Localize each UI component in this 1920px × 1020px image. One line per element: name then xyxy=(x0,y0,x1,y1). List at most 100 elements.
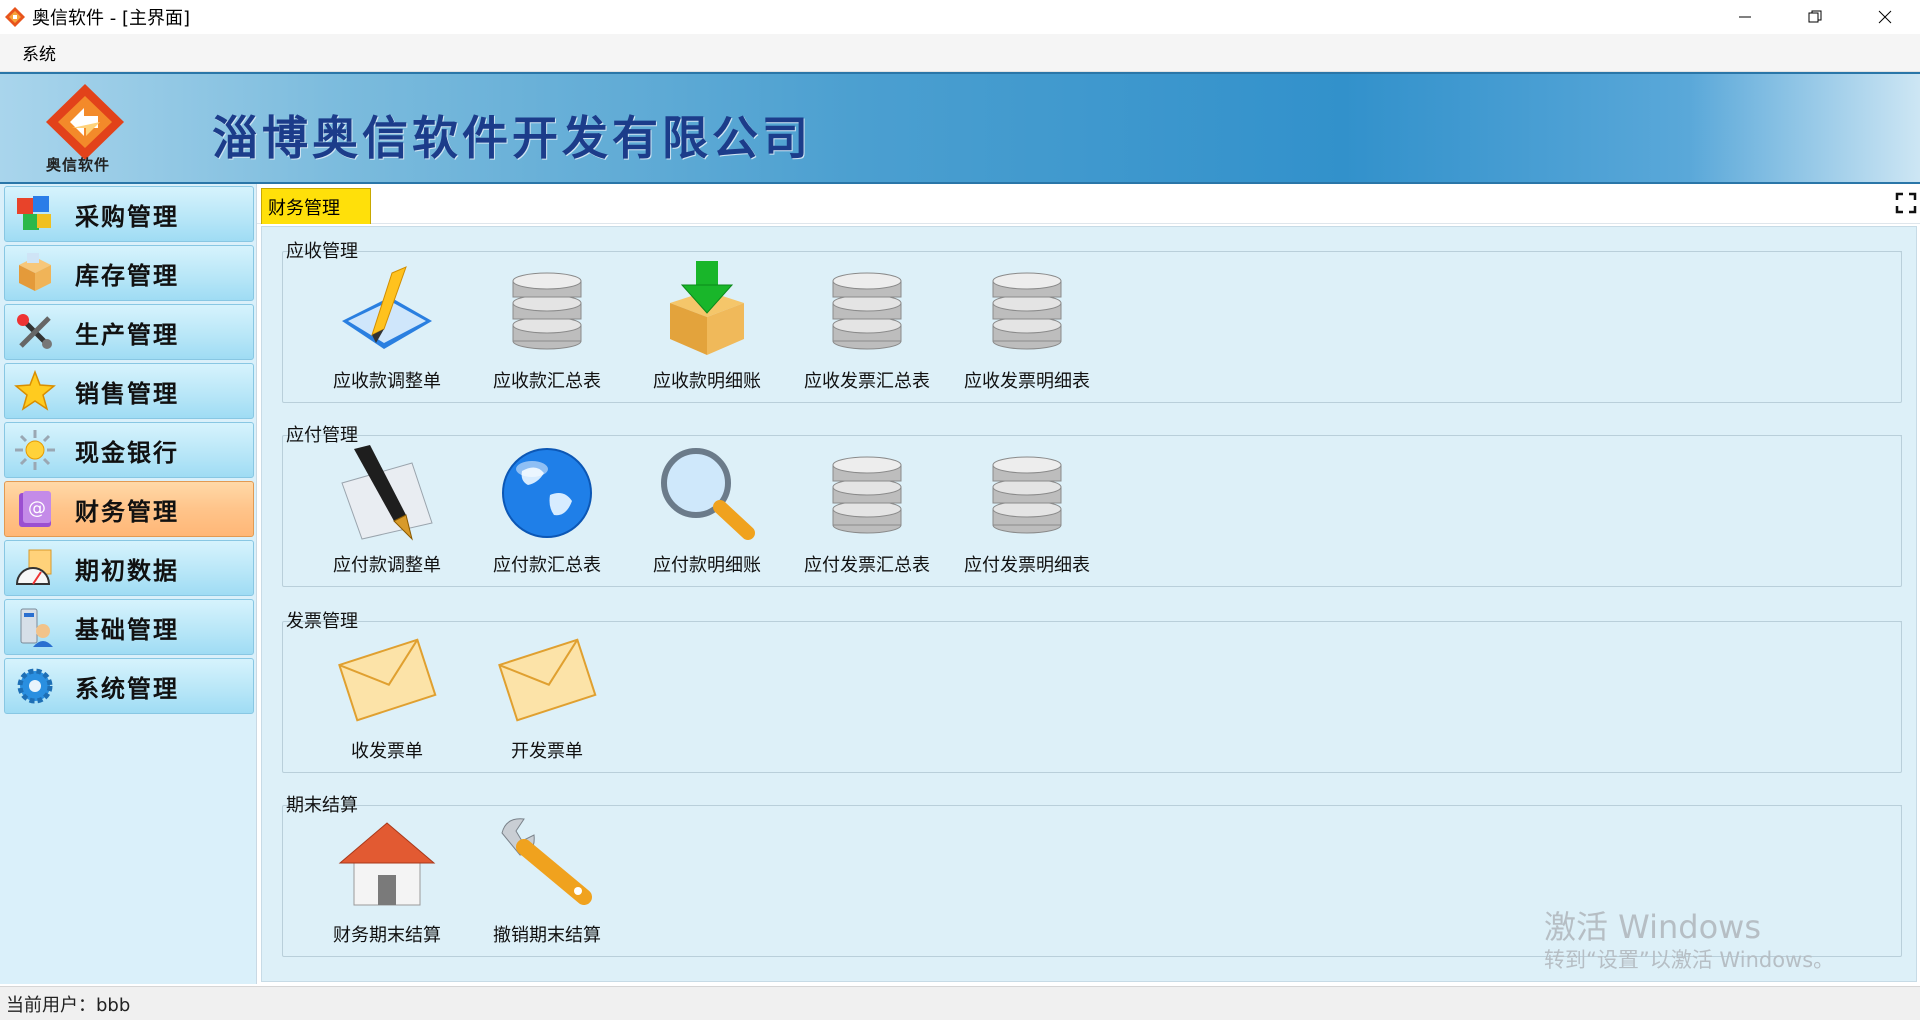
activation-watermark-subtitle: 转到“设置”以激活 Windows。 xyxy=(1544,948,1835,972)
speedometer-icon xyxy=(15,549,52,585)
sidebar-item-opening-data[interactable]: 期初数据 xyxy=(4,540,254,596)
computer-user-icon xyxy=(20,608,53,647)
tile-receivable-invoice-summary[interactable]: 应收发票汇总表 xyxy=(792,259,942,399)
menu-system[interactable]: 系统 xyxy=(22,40,56,65)
group-invoices: 发票管理 收发票单 开发票单 xyxy=(282,607,1902,773)
tab-strip: 财务管理 xyxy=(257,184,1920,224)
sidebar-item-sales[interactable]: 销售管理 xyxy=(4,363,254,419)
fountain-pen-icon xyxy=(341,445,433,541)
group-divider xyxy=(366,435,1902,436)
sidebar-item-label: 销售管理 xyxy=(75,379,179,408)
tools-icon xyxy=(17,314,52,349)
star-icon xyxy=(14,369,56,411)
tile-label: 应收款调整单 xyxy=(333,371,441,392)
status-bar: 当前用户：bbb xyxy=(0,986,1920,1020)
tile-label: 应付发票汇总表 xyxy=(804,555,930,576)
group-divider xyxy=(366,251,1902,252)
globe-icon xyxy=(502,448,592,538)
magnifier-icon xyxy=(661,448,755,540)
envelope-icon xyxy=(498,638,597,722)
restore-icon xyxy=(1808,10,1822,23)
window-title: 奥信软件 - [主界面] xyxy=(32,8,190,29)
boxes-icon xyxy=(19,253,51,291)
app-logo-icon xyxy=(5,7,25,27)
house-icon xyxy=(338,822,436,906)
company-name: 淄博奥信软件开发有限公司 xyxy=(212,111,812,165)
window-controls xyxy=(1710,0,1920,34)
download-box-icon xyxy=(670,261,744,355)
sidebar-item-production[interactable]: 生产管理 xyxy=(4,304,254,360)
group-receivables: 应收管理 应收款调整单 应收款汇总表 应收款明细账 应收发票汇总表 应收发票明细… xyxy=(282,237,1902,403)
tile-label: 应付款明细账 xyxy=(653,555,761,576)
at-book-icon: @ xyxy=(19,491,51,527)
sun-icon xyxy=(15,430,55,470)
sidebar-item-label: 采购管理 xyxy=(75,202,179,231)
sidebar-item-label: 基础管理 xyxy=(75,615,179,644)
tile-payable-invoice-detail[interactable]: 应付发票明细表 xyxy=(952,443,1102,583)
close-icon xyxy=(1878,10,1892,24)
cubes-icon xyxy=(17,196,51,230)
tile-receivable-adjust[interactable]: 应收款调整单 xyxy=(312,259,462,399)
sidebar-item-label: 系统管理 xyxy=(75,674,179,703)
tile-label: 撤销期末结算 xyxy=(493,925,601,946)
sidebar-item-system[interactable]: 系统管理 xyxy=(4,658,254,714)
tile-label: 应收款汇总表 xyxy=(493,371,601,392)
database-icon xyxy=(832,272,902,350)
envelope-icon xyxy=(338,638,437,722)
minimize-button[interactable] xyxy=(1710,0,1780,34)
tab-label: 财务管理 xyxy=(268,197,340,219)
sidebar-item-basic[interactable]: 基础管理 xyxy=(4,599,254,655)
svg-text:@: @ xyxy=(28,498,46,519)
gear-icon xyxy=(17,668,53,704)
header-banner: 奥信软件 淄博奥信软件开发有限公司 xyxy=(0,72,1920,184)
tile-label: 开发票单 xyxy=(511,741,583,762)
tile-label: 应付发票明细表 xyxy=(964,555,1090,576)
minimize-icon xyxy=(1739,16,1751,18)
tile-label: 应收款明细账 xyxy=(653,371,761,392)
tile-period-close[interactable]: 财务期末结算 xyxy=(312,813,462,953)
database-icon xyxy=(832,456,902,534)
sidebar-item-label: 现金银行 xyxy=(75,438,179,467)
tile-payable-adjust[interactable]: 应付款调整单 xyxy=(312,443,462,583)
tile-receivable-summary[interactable]: 应收款汇总表 xyxy=(472,259,622,399)
tab-finance[interactable]: 财务管理 xyxy=(261,188,371,224)
restore-button[interactable] xyxy=(1780,0,1850,34)
menu-bar: 系统 xyxy=(0,34,1920,72)
sidebar-nav: 采购管理 库存管理 生产管理 销售管理 现金银行 @ 财务管理 期初数据 基础管… xyxy=(0,184,256,984)
database-icon xyxy=(992,456,1062,534)
activation-watermark-title: 激活 Windows xyxy=(1544,908,1762,946)
tile-payable-ledger[interactable]: 应付款明细账 xyxy=(632,443,782,583)
title-bar: 奥信软件 - [主界面] xyxy=(0,0,1920,34)
tile-receivable-invoice-detail[interactable]: 应收发票明细表 xyxy=(952,259,1102,399)
tile-payable-summary[interactable]: 应付款汇总表 xyxy=(472,443,622,583)
database-icon xyxy=(992,272,1062,350)
maximize-icon[interactable] xyxy=(1895,192,1917,214)
tile-receive-invoice[interactable]: 收发票单 xyxy=(312,629,462,769)
sidebar-item-label: 期初数据 xyxy=(75,556,179,585)
tile-label: 应付款调整单 xyxy=(333,555,441,576)
pencil-document-icon xyxy=(342,266,432,349)
group-divider xyxy=(366,621,1902,622)
wrench-icon xyxy=(501,818,592,905)
tile-label: 应付款汇总表 xyxy=(493,555,601,576)
tile-label: 财务期末结算 xyxy=(333,925,441,946)
tile-label: 应收发票明细表 xyxy=(964,371,1090,392)
sidebar-item-purchase[interactable]: 采购管理 xyxy=(4,186,254,242)
group-divider xyxy=(366,805,1902,806)
sidebar-item-finance[interactable]: @ 财务管理 xyxy=(4,481,254,537)
tile-label: 应收发票汇总表 xyxy=(804,371,930,392)
logo-caption: 奥信软件 xyxy=(46,156,111,174)
sidebar-item-inventory[interactable]: 库存管理 xyxy=(4,245,254,301)
close-button[interactable] xyxy=(1850,0,1920,34)
group-payables: 应付管理 应付款调整单 应付款汇总表 应付款明细账 应付发票汇总表 应付发票明细… xyxy=(282,421,1902,587)
tile-receivable-ledger[interactable]: 应收款明细账 xyxy=(632,259,782,399)
sidebar-item-label: 生产管理 xyxy=(75,320,179,349)
main-panel: 财务管理 应收管理 应收款调整单 应收款汇总表 应收款明细账 应收发票汇总表 应… xyxy=(256,184,1920,984)
function-panel: 应收管理 应收款调整单 应收款汇总表 应收款明细账 应收发票汇总表 应收发票明细… xyxy=(261,226,1917,982)
sidebar-item-cash-bank[interactable]: 现金银行 xyxy=(4,422,254,478)
tile-payable-invoice-summary[interactable]: 应付发票汇总表 xyxy=(792,443,942,583)
tile-issue-invoice[interactable]: 开发票单 xyxy=(472,629,622,769)
tile-label: 收发票单 xyxy=(351,741,423,762)
sidebar-item-label: 财务管理 xyxy=(75,497,179,526)
tile-cancel-period-close[interactable]: 撤销期末结算 xyxy=(472,813,622,953)
